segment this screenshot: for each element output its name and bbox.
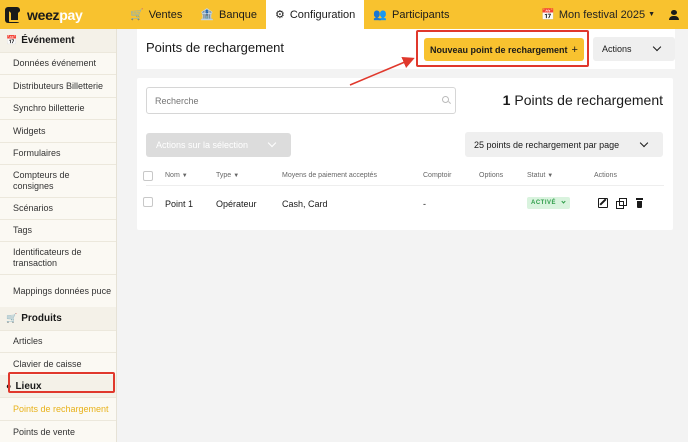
actions-dropdown[interactable]: Actions [593,37,675,61]
column-header-payments: Moyens de paiement acceptés [282,172,377,179]
status-badge[interactable]: ACTIVÉ [527,197,570,209]
result-count: 1 Points de rechargement [502,92,663,108]
bulk-actions-dropdown[interactable]: Actions sur la sélection [146,133,291,157]
column-header-statut[interactable]: Statut ▼ [527,172,553,179]
sidebar-item[interactable]: Mappings données puce [0,274,116,307]
column-header-actions: Actions [594,172,617,179]
search-icon [442,96,449,103]
content-card: 1 Points de rechargement Actions sur la … [137,78,673,230]
nav-banque[interactable]: 🏦 Banque [191,0,266,29]
brand-logo[interactable]: weezpay [0,0,121,29]
festival-selector[interactable]: 📅 Mon festival 2025 ▼ [541,8,669,22]
users-icon: 👥 [373,9,387,21]
sidebar-item[interactable]: Compteurs de consignes [0,164,116,197]
sidebar-item[interactable]: Clavier de caisse [0,352,116,375]
sidebar-item[interactable]: Identificateurs de transaction [0,241,116,274]
caret-down-icon: ▼ [181,173,188,179]
sidebar-item-points-de-rechargement[interactable]: Points de rechargement [0,397,116,420]
caret-down-icon: ▼ [233,173,240,179]
sidebar-item[interactable]: Scénarios [0,197,116,219]
location-pin-icon: ● [6,381,12,391]
page-title: Points de rechargement [146,40,285,55]
sidebar-section-produits: 🛒 Produits [0,307,116,330]
sidebar-item[interactable]: Points de vente [0,420,116,442]
chevron-down-icon [561,199,566,204]
chevron-down-icon [652,42,662,52]
select-all-checkbox[interactable] [143,171,153,181]
bank-icon: 🏦 [200,9,215,21]
calendar-icon: 📅 [6,35,18,45]
brand-name: weezpay [27,6,83,23]
nav-configuration[interactable]: ⚙ Configuration [265,0,365,29]
sidebar-item[interactable]: Articles [0,330,116,352]
top-navigation: weezpay 🛒 Ventes 🏦 Banque ⚙ Configuratio… [0,0,688,29]
duplicate-icon[interactable] [616,198,627,209]
column-header-nom[interactable]: Nom ▼ [165,172,188,179]
new-recharge-point-button[interactable]: Nouveau point de rechargement + [424,38,584,61]
page-header: Points de rechargement Nouveau point de … [137,29,675,69]
nav-ventes[interactable]: 🛒 Ventes [121,0,191,29]
cell-counter: - [423,199,426,209]
column-header-options: Options [479,172,504,179]
sidebar-section-evenement: 📅 Événement [0,29,116,52]
sidebar: 📅 Événement Données événement Distribute… [0,29,117,442]
sidebar-item[interactable]: Synchro billetterie [0,97,116,119]
search-input[interactable] [146,87,456,114]
cell-payments: Cash, Card [282,199,328,209]
sidebar-item[interactable]: Formulaires [0,142,116,164]
sidebar-item[interactable]: Widgets [0,119,116,142]
plus-icon: + [571,43,578,56]
caret-down-icon: ▼ [648,11,655,18]
cart-icon: 🛒 [130,9,144,21]
column-header-type[interactable]: Type ▼ [216,172,239,179]
sidebar-item[interactable]: Données événement [0,52,116,74]
cell-name: Point 1 [165,199,194,209]
user-icon[interactable] [669,9,679,20]
nav-participants[interactable]: 👥 Participants [364,0,458,29]
sidebar-item[interactable]: Distributeurs Billetterie [0,74,116,97]
cart-icon: 🛒 [6,313,18,323]
per-page-dropdown[interactable]: 25 points de rechargement par page [465,132,663,157]
row-checkbox[interactable] [143,197,153,207]
cell-type: Opérateur [216,199,257,209]
column-header-comptoir: Comptoir [423,172,452,179]
chevron-down-icon [639,138,649,148]
table-header-divider [146,185,664,186]
sidebar-section-lieux: ● Lieux [0,375,116,397]
sidebar-item[interactable]: Tags [0,219,116,241]
caret-down-icon: ▼ [547,173,554,179]
edit-icon[interactable] [598,198,608,208]
weezpay-logo-icon [5,6,20,23]
calendar-icon: 📅 [541,9,555,21]
trash-icon[interactable] [635,198,645,208]
chevron-down-icon [267,138,277,148]
gear-icon: ⚙ [274,9,285,21]
